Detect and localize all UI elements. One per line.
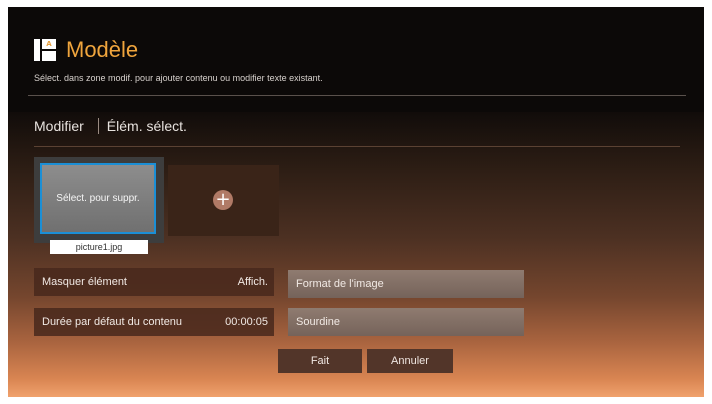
breadcrumb: Modifier Élém. sélect. — [34, 116, 187, 136]
panel-divider — [34, 146, 680, 147]
template-icon: A — [34, 39, 56, 61]
mute-button[interactable]: Sourdine — [288, 308, 524, 336]
hide-element-label: Masquer élément — [42, 276, 127, 288]
title-row: A Modèle — [34, 35, 138, 65]
breadcrumb-modifier[interactable]: Modifier — [34, 118, 84, 134]
content-thumbnail[interactable]: Sélect. pour suppr. — [40, 163, 156, 234]
done-button[interactable]: Fait — [278, 349, 362, 373]
hide-element-value: Affich. — [237, 276, 268, 288]
duration-row[interactable]: Durée par défaut du contenu 00:00:05 — [34, 308, 274, 336]
add-icon[interactable]: + — [213, 190, 233, 210]
duration-label: Durée par défaut du contenu — [42, 316, 183, 328]
cancel-button[interactable]: Annuler — [367, 349, 453, 373]
header: A Modèle Sélect. dans zone modif. pour a… — [8, 7, 704, 112]
add-content-slot[interactable]: + — [168, 165, 279, 236]
hide-element-row[interactable]: Masquer élément Affich. — [34, 268, 274, 296]
image-format-label: Format de l'image — [296, 278, 384, 290]
mute-label: Sourdine — [296, 316, 341, 328]
header-divider — [28, 95, 686, 96]
page-subtitle: Sélect. dans zone modif. pour ajouter co… — [34, 73, 323, 83]
breadcrumb-separator — [97, 118, 99, 134]
thumbnail-label: Sélect. pour suppr. — [56, 193, 140, 204]
duration-value: 00:00:05 — [225, 316, 268, 328]
image-format-button[interactable]: Format de l'image — [288, 270, 524, 298]
breadcrumb-selected-element: Élém. sélect. — [106, 118, 187, 134]
file-name-label: picture1.jpg — [50, 240, 148, 254]
template-editor-screen: A Modèle Sélect. dans zone modif. pour a… — [8, 7, 704, 397]
page-title: Modèle — [66, 37, 139, 62]
